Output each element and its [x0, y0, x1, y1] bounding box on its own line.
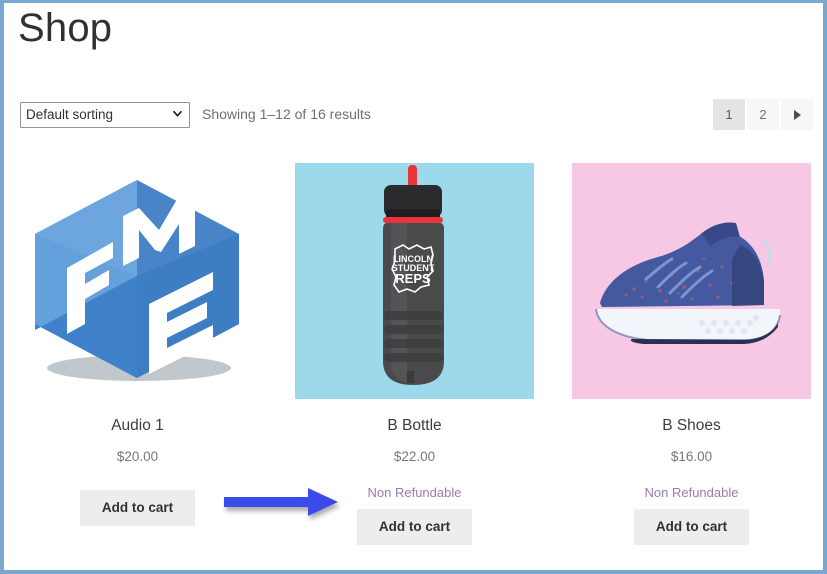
product-price: $16.00: [670, 449, 713, 464]
product-thumbnail[interactable]: [18, 163, 257, 399]
product-card[interactable]: LINCOLN STUDENT REPS B Bottle $22.00 Non…: [295, 163, 534, 545]
pagination-next-button[interactable]: [781, 99, 813, 130]
pagination-page-2[interactable]: 2: [747, 99, 779, 130]
running-shoe-image: [572, 163, 811, 399]
product-title: B Shoes: [662, 417, 721, 434]
product-card[interactable]: B Shoes $16.00 Non Refundable Add to car…: [572, 163, 811, 545]
product-title: Audio 1: [111, 417, 164, 434]
fme-cube-logo-image: [34, 180, 239, 381]
product-price: $20.00: [116, 449, 159, 464]
page-title: Shop: [18, 6, 113, 50]
shop-toolbar: Default sortingSort by popularitySort by…: [20, 102, 807, 130]
non-refundable-badge: Non Refundable: [367, 485, 462, 500]
product-thumbnail[interactable]: LINCOLN STUDENT REPS: [295, 163, 534, 399]
sorting-select[interactable]: Default sortingSort by popularitySort by…: [20, 102, 190, 128]
product-price: $22.00: [393, 449, 436, 464]
product-title: B Bottle: [387, 417, 442, 434]
product-thumbnail[interactable]: [572, 163, 811, 399]
triangle-right-icon: [793, 109, 801, 120]
add-to-cart-button[interactable]: Add to cart: [356, 509, 473, 545]
add-to-cart-button[interactable]: Add to cart: [633, 509, 750, 545]
browser-frame: Shop Default sortingSort by popularitySo…: [0, 0, 827, 574]
pagination-page-1[interactable]: 1: [713, 99, 745, 130]
result-count: Showing 1–12 of 16 results: [202, 106, 371, 122]
add-to-cart-button[interactable]: Add to cart: [79, 490, 196, 526]
shop-page: Shop Default sortingSort by popularitySo…: [4, 3, 823, 570]
water-bottle-image: LINCOLN STUDENT REPS: [295, 163, 534, 399]
svg-text:REPS: REPS: [395, 271, 431, 286]
product-card[interactable]: Audio 1 $20.00 Add to cart: [18, 163, 257, 545]
product-grid: Audio 1 $20.00 Add to cart LINCOLN STUDE…: [18, 163, 811, 545]
non-refundable-badge: Non Refundable: [644, 485, 739, 500]
pagination: 1 2: [713, 99, 813, 130]
sorting-select-wrapper[interactable]: Default sortingSort by popularitySort by…: [20, 102, 190, 128]
